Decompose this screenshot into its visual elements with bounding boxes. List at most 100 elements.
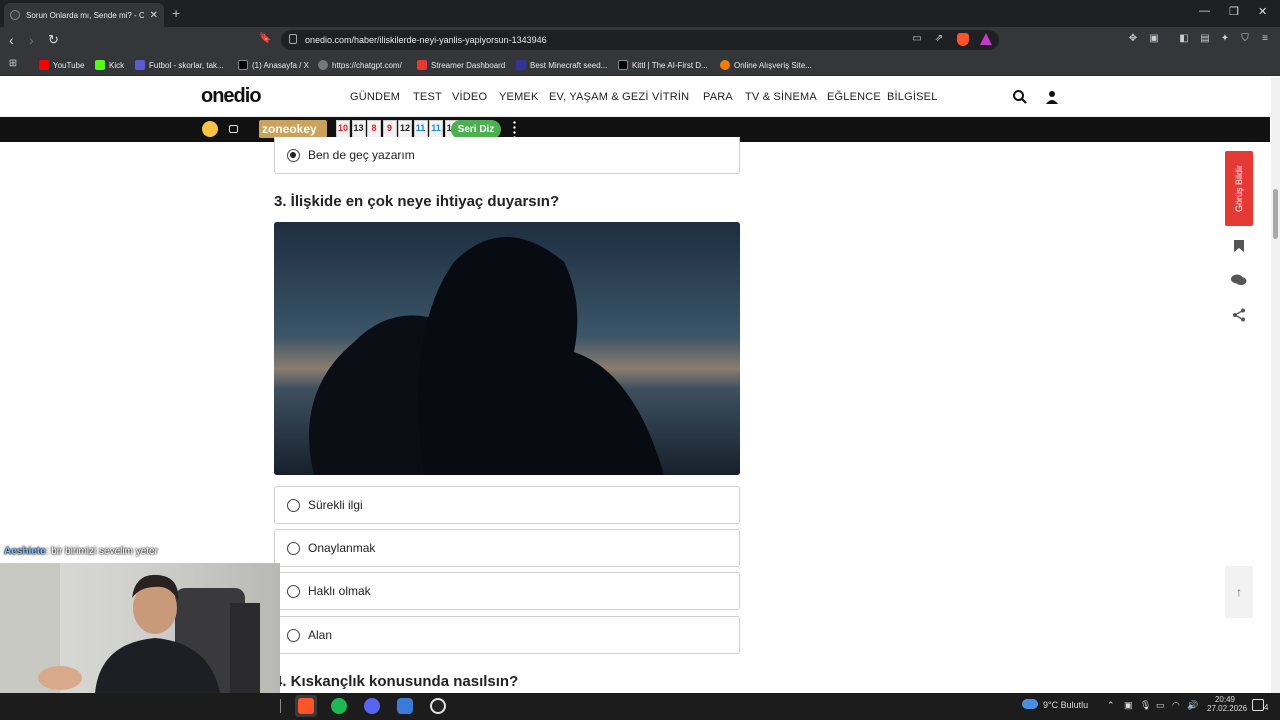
app-icon[interactable] — [397, 698, 413, 714]
bookmark-page-icon[interactable]: 🔖 — [259, 33, 271, 45]
share-icon[interactable]: ⇗ — [933, 33, 945, 45]
bookmark-label: Kittl | The AI-First D... — [632, 60, 708, 70]
page-scrollbar[interactable] — [1271, 77, 1280, 693]
window-close-icon[interactable]: ✕ — [1258, 5, 1267, 18]
clock[interactable]: 20:49 27.02.2026 — [1207, 695, 1248, 713]
nav-bilgisel[interactable]: BİLGİSEL — [887, 91, 938, 103]
bookmarks-bar: ⊞ YouTube Kick Futbol - skorlar, tak... … — [0, 53, 1280, 76]
sidebar-toggle-icon[interactable]: ◧ — [1178, 33, 1190, 45]
vpn-icon[interactable]: ⛉ — [1239, 33, 1251, 45]
tray-app-icon[interactable]: ▣ — [1124, 700, 1133, 711]
search-icon[interactable] — [1012, 89, 1028, 105]
comments-icon[interactable] — [1225, 266, 1253, 294]
bookmark-kittl[interactable]: Kittl | The AI-First D... — [618, 58, 708, 72]
wifi-icon[interactable]: ◠ — [1172, 700, 1180, 711]
zoneokey-logo: zoneokey — [259, 120, 327, 138]
notification-count: 4 — [1264, 703, 1269, 712]
bookmark-chatgpt[interactable]: https://chatgpt.com/ — [318, 58, 402, 72]
x-icon — [238, 60, 248, 70]
radio-icon[interactable] — [287, 541, 300, 555]
tab-search-icon[interactable]: ▣ — [1148, 33, 1160, 45]
user-icon[interactable] — [1044, 89, 1060, 105]
kittl-icon — [618, 60, 628, 70]
discord-icon[interactable] — [364, 698, 380, 714]
radio-icon[interactable] — [287, 628, 300, 642]
tab-favicon-icon — [10, 10, 20, 20]
microphone-icon[interactable]: 🎙 — [1140, 700, 1151, 711]
nav-test[interactable]: TEST — [413, 91, 442, 103]
bookmark-label: Streamer Dashboard — [431, 60, 506, 70]
scroll-to-top-button[interactable]: ↑ — [1225, 566, 1253, 618]
brave-rewards-icon[interactable] — [980, 33, 992, 45]
bookmark-streamer-dashboard[interactable]: Streamer Dashboard — [417, 58, 505, 72]
nav-eglence[interactable]: EĞLENCE — [827, 91, 881, 103]
obs-icon[interactable] — [430, 698, 446, 714]
site-info-icon[interactable] — [289, 34, 297, 44]
brave-shield-icon[interactable] — [957, 33, 969, 46]
wallet-icon[interactable]: ▤ — [1199, 33, 1211, 45]
save-bookmark-icon[interactable] — [1225, 232, 1253, 260]
bookmark-label: Best Minecraft seed... — [530, 60, 608, 70]
feedback-button[interactable]: Görüş Bildir — [1225, 151, 1253, 226]
url-field[interactable]: onedio.com/haber/iliskilerde-neyi-yanlis… — [281, 30, 999, 50]
nav-vitrin[interactable]: VİTRİN — [652, 91, 689, 103]
extensions-icon[interactable]: ✥ — [1127, 33, 1139, 45]
weather-icon[interactable] — [1022, 699, 1038, 709]
question-4-title: 4. Kıskançlık konusunda nasılsın? — [274, 673, 519, 690]
nav-ev-yasam-gezi[interactable]: EV, YAŞAM & GEZİ — [549, 91, 649, 103]
tab-close-icon[interactable]: ✕ — [150, 10, 158, 21]
bookmark-youtube[interactable]: YouTube — [39, 58, 84, 72]
scrollbar-thumb[interactable] — [1273, 189, 1278, 239]
bookmark-label: Online Alışveriş Site... — [734, 60, 812, 70]
bookmark-minecraft[interactable]: Best Minecraft seed... — [516, 58, 607, 72]
bookmark-shopping[interactable]: Online Alışveriş Site... — [720, 58, 812, 72]
weather-text[interactable]: 9°C Bulutlu — [1043, 700, 1088, 710]
radio-selected-icon[interactable] — [287, 148, 300, 162]
nav-video[interactable]: VİDEO — [452, 91, 487, 103]
volume-icon[interactable]: 🔊 — [1187, 700, 1198, 711]
apps-grid-icon[interactable]: ⊞ — [7, 58, 19, 70]
answer-option-1[interactable]: Sürekli ilgi — [274, 486, 740, 524]
option-label: Ben de geç yazarım — [308, 148, 415, 162]
chat-username: Aeshiete — [4, 546, 46, 557]
option-label: Haklı olmak — [308, 584, 371, 598]
answer-option-3[interactable]: Haklı olmak — [274, 572, 740, 610]
tray-app2-icon[interactable]: ▭ — [1156, 700, 1165, 711]
bookmark-label: Kick — [109, 60, 125, 70]
site-logo[interactable]: onedio — [201, 85, 262, 108]
minimize-icon[interactable]: — — [1199, 5, 1210, 17]
windows-taskbar: 9°C Bulutlu ⌃ ▣ 🎙 ▭ ◠ 🔊 20:49 27.02.2026… — [0, 693, 1280, 720]
tray-chevron-icon[interactable]: ⌃ — [1107, 700, 1115, 711]
bookmark-futbol[interactable]: Futbol - skorlar, tak... — [135, 58, 224, 72]
nav-para[interactable]: PARA — [703, 91, 733, 103]
nav-tv-sinema[interactable]: TV & SİNEMA — [745, 91, 817, 103]
bookmark-kick[interactable]: Kick — [95, 58, 124, 72]
nav-yemek[interactable]: YEMEK — [499, 91, 539, 103]
restore-icon[interactable]: ❐ — [1229, 5, 1239, 18]
question-3-title: 3. İlişkide en çok neye ihtiyaç duyarsın… — [274, 193, 560, 210]
back-icon[interactable]: ‹ — [9, 32, 14, 48]
spotify-icon[interactable] — [331, 698, 347, 714]
answer-option-4[interactable]: Alan — [274, 616, 740, 654]
browser-tab-active[interactable]: Sorun Onlarda mı, Sende mi? - O ✕ — [4, 3, 164, 27]
new-tab-icon[interactable]: + — [172, 5, 180, 21]
leo-ai-icon[interactable]: ✦ — [1219, 33, 1231, 45]
chatgpt-icon — [318, 60, 328, 70]
nav-gundem[interactable]: GÜNDEM — [350, 91, 400, 103]
forward-icon[interactable]: › — [29, 32, 34, 48]
brave-browser-icon[interactable] — [298, 698, 314, 714]
reload-icon[interactable]: ↻ — [48, 32, 59, 48]
clock-date: 27.02.2026 — [1207, 704, 1248, 713]
answer-option-2[interactable]: Onaylanmak — [274, 529, 740, 567]
youtube-icon — [39, 60, 49, 70]
bookmark-x[interactable]: (1) Anasayfa / X — [238, 58, 309, 72]
radio-icon[interactable] — [287, 498, 300, 512]
radio-icon[interactable] — [287, 584, 300, 598]
stream-chat-message: Aeshiete: bir birimizi sevelim yeter — [4, 546, 158, 557]
answer-option-selected[interactable]: Ben de geç yazarım — [274, 137, 740, 174]
cast-icon[interactable]: ▭ — [911, 33, 923, 45]
share-icon[interactable] — [1225, 301, 1253, 329]
menu-icon[interactable]: ≡ — [1259, 33, 1271, 45]
browser-toolbar: ‹ › ↻ 🔖 onedio.com/haber/iliskilerde-ney… — [0, 27, 1280, 53]
notifications-icon[interactable] — [1252, 699, 1264, 711]
